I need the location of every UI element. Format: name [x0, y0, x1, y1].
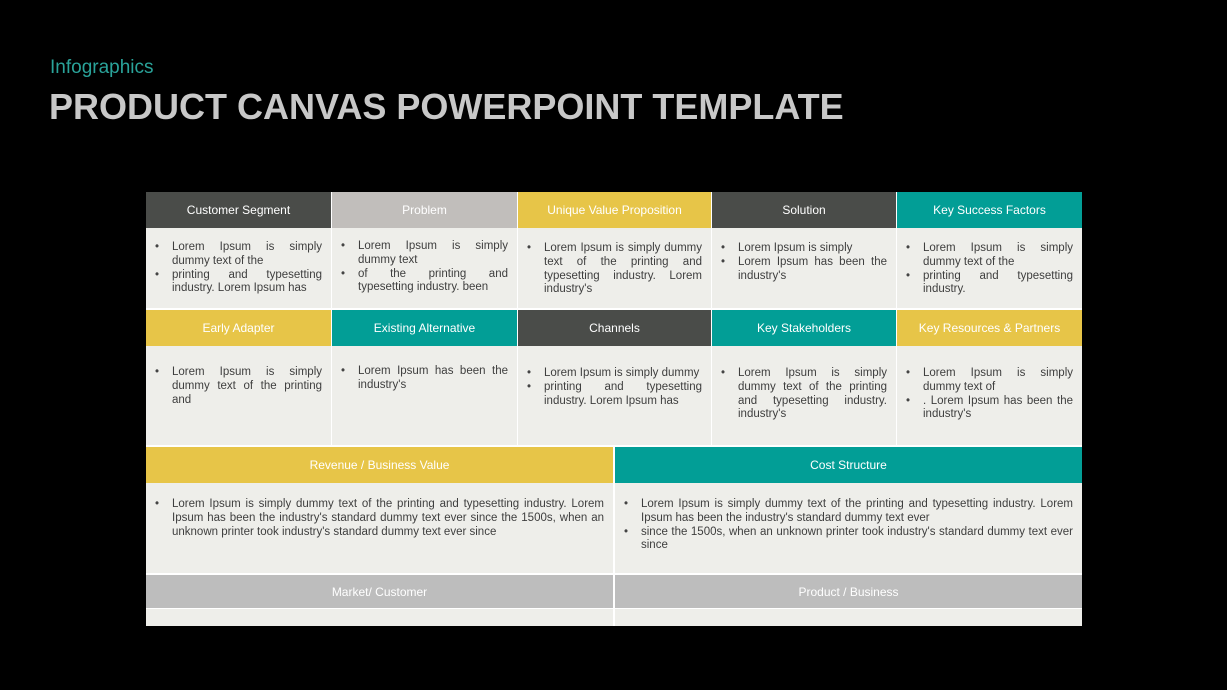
cell-problem: Lorem Ipsum is simply dummy textof the p…: [332, 228, 517, 308]
divider: [146, 608, 1082, 609]
footer-market-customer: Market/ Customer: [146, 575, 613, 608]
bullet-item: Lorem Ipsum has been the industry's: [721, 256, 887, 284]
header-unique-value-proposition: Unique Value Proposition: [518, 192, 711, 228]
cell-revenue-business-value: Lorem Ipsum is simply dummy text of the …: [146, 483, 613, 573]
bullet-item: Lorem Ipsum is simply dummy: [527, 367, 702, 381]
divider: [146, 445, 1082, 447]
header-cost-structure: Cost Structure: [615, 447, 1082, 483]
divider: [146, 573, 1082, 575]
bullet-item: printing and typesetting industry. Lorem…: [155, 269, 322, 297]
bullet-item: Lorem Ipsum has been the industry's: [341, 365, 508, 393]
bullet-item: of the printing and typesetting industry…: [341, 268, 508, 296]
header-early-adapter: Early Adapter: [146, 310, 331, 346]
cell-existing-alternative: Lorem Ipsum has been the industry's: [332, 346, 517, 445]
divider: [146, 308, 1082, 310]
bullet-item: Lorem Ipsum is simply dummy text of the …: [155, 498, 604, 539]
header-channels: Channels: [518, 310, 711, 346]
bullet-item: Lorem Ipsum is simply dummy text of the …: [527, 242, 702, 297]
cell-early-adapter: Lorem Ipsum is simply dummy text of the …: [146, 346, 331, 445]
cell-key-resources-partners: Lorem Ipsum is simply dummy text of. Lor…: [897, 346, 1082, 445]
bullet-item: since the 1500s, when an unknown printer…: [624, 526, 1073, 554]
header-problem: Problem: [332, 192, 517, 228]
header-key-stakeholders: Key Stakeholders: [712, 310, 896, 346]
divider: [896, 192, 897, 445]
footer-cell-product-business: [615, 609, 1082, 626]
bullet-item: Lorem Ipsum is simply dummy text of the …: [155, 366, 322, 407]
cell-unique-value-proposition: Lorem Ipsum is simply dummy text of the …: [518, 228, 711, 308]
bullet-item: Lorem Ipsum is simply dummy text: [341, 240, 508, 268]
bullet-item: Lorem Ipsum is simply dummy text of the …: [721, 367, 887, 422]
footer-product-business: Product / Business: [615, 575, 1082, 608]
bullet-item: Lorem Ipsum is simply dummy text of the …: [624, 498, 1073, 526]
cell-key-stakeholders: Lorem Ipsum is simply dummy text of the …: [712, 346, 896, 445]
bullet-item: Lorem Ipsum is simply: [721, 242, 887, 256]
slide-title: PRODUCT CANVAS POWERPOINT TEMPLATE: [49, 86, 844, 127]
divider: [331, 192, 332, 445]
bullet-item: . Lorem Ipsum has been the industry's: [906, 395, 1073, 423]
bullet-item: Lorem Ipsum is simply dummy text of the: [906, 242, 1073, 270]
divider: [613, 447, 615, 626]
divider: [517, 192, 518, 445]
bullet-item: Lorem Ipsum is simply dummy text of the: [155, 241, 322, 269]
cell-solution: Lorem Ipsum is simplyLorem Ipsum has bee…: [712, 228, 896, 308]
footer-cell-market-customer: [146, 609, 613, 626]
slide-subtitle: Infographics: [50, 57, 154, 78]
header-key-resources-partners: Key Resources & Partners: [897, 310, 1082, 346]
header-key-success-factors: Key Success Factors: [897, 192, 1082, 228]
cell-key-success-factors: Lorem Ipsum is simply dummy text of thep…: [897, 228, 1082, 308]
divider: [711, 192, 712, 445]
cell-cost-structure: Lorem Ipsum is simply dummy text of the …: [615, 483, 1082, 573]
cell-customer-segment: Lorem Ipsum is simply dummy text of thep…: [146, 228, 331, 308]
header-customer-segment: Customer Segment: [146, 192, 331, 228]
header-revenue-business-value: Revenue / Business Value: [146, 447, 613, 483]
header-existing-alternative: Existing Alternative: [332, 310, 517, 346]
bullet-item: Lorem Ipsum is simply dummy text of: [906, 367, 1073, 395]
bullet-item: printing and typesetting industry.: [906, 270, 1073, 298]
bullet-item: printing and typesetting industry. Lorem…: [527, 381, 702, 409]
cell-channels: Lorem Ipsum is simply dummyprinting and …: [518, 346, 711, 445]
product-canvas: Customer Segment Problem Unique Value Pr…: [146, 192, 1082, 626]
header-solution: Solution: [712, 192, 896, 228]
